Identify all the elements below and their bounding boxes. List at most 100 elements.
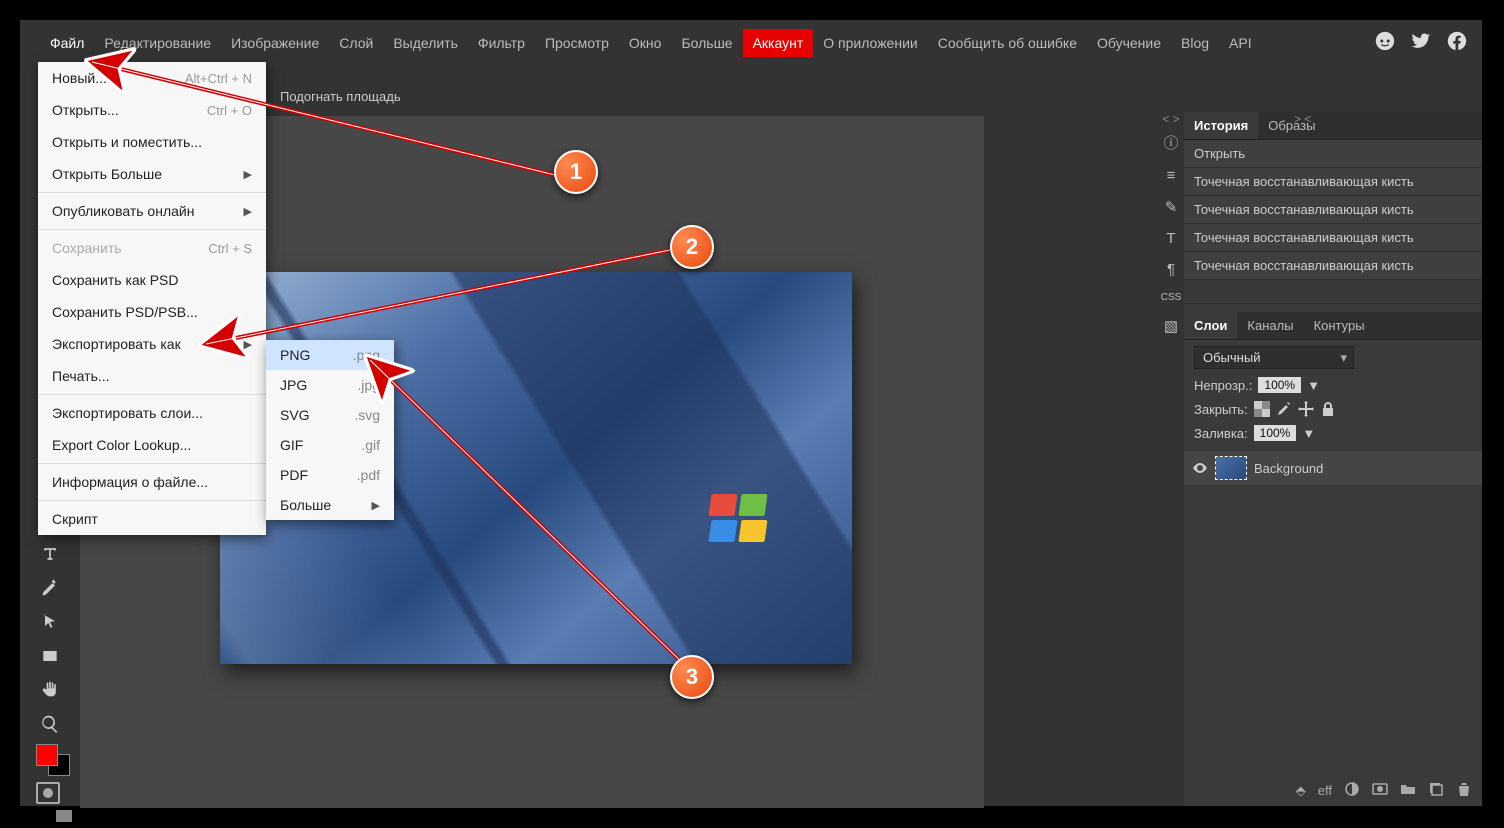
file-info[interactable]: Информация о файле...	[38, 466, 266, 498]
screen-mode-icon[interactable]	[56, 810, 72, 822]
layer-properties: Обычный Непрозр.: 100% ▼ Закрыть: Заливк…	[1184, 340, 1482, 447]
file-save-psb[interactable]: Сохранить PSD/PSB...	[38, 296, 266, 328]
tab-history[interactable]: История	[1184, 112, 1258, 139]
file-print[interactable]: Печать...	[38, 360, 266, 392]
export-svg[interactable]: SVG.svg	[266, 400, 394, 430]
history-item[interactable]: Открыть	[1184, 140, 1482, 168]
fill-value[interactable]: 100%	[1254, 425, 1297, 441]
menu-account[interactable]: Аккаунт	[743, 29, 814, 57]
lock-brush-icon[interactable]	[1276, 401, 1292, 417]
menu-api[interactable]: API	[1219, 29, 1262, 57]
color-swatch[interactable]	[36, 744, 70, 776]
panel-nav-right[interactable]: > <	[1294, 112, 1311, 126]
layer-thumbnail[interactable]	[1216, 457, 1246, 479]
tab-channels[interactable]: Каналы	[1237, 312, 1303, 339]
history-item[interactable]: Точечная восстанавливающая кисть	[1184, 196, 1482, 224]
blend-mode-select[interactable]: Обычный	[1194, 346, 1354, 369]
file-menu-dropdown: Новый...Alt+Ctrl + N Открыть...Ctrl + O …	[38, 62, 266, 535]
lock-pixels-icon[interactable]	[1254, 401, 1270, 417]
text-panel-icon[interactable]: T	[1166, 230, 1175, 247]
reddit-icon[interactable]	[1374, 30, 1396, 57]
link-layers-icon[interactable]: ⬘	[1296, 783, 1306, 799]
file-save-psd[interactable]: Сохранить как PSD	[38, 264, 266, 296]
panel-nav-left[interactable]: < >	[1158, 112, 1184, 126]
menu-layer[interactable]: Слой	[329, 29, 383, 57]
top-menubar: Файл Редактирование Изображение Слой Выд…	[20, 28, 1262, 58]
layer-name[interactable]: Background	[1254, 461, 1323, 476]
file-export-clut[interactable]: Export Color Lookup...	[38, 429, 266, 461]
menu-learn[interactable]: Обучение	[1087, 29, 1171, 57]
opacity-value[interactable]: 100%	[1258, 377, 1301, 393]
opacity-label: Непрозр.:	[1194, 378, 1252, 393]
new-layer-icon[interactable]	[1428, 781, 1444, 800]
menu-about[interactable]: О приложении	[813, 29, 927, 57]
export-more[interactable]: Больше▶	[266, 490, 394, 520]
zoom-tool[interactable]	[36, 710, 64, 738]
lock-all-icon[interactable]	[1320, 401, 1336, 417]
paragraph-icon[interactable]: ¶	[1167, 261, 1175, 278]
file-open[interactable]: Открыть...Ctrl + O	[38, 94, 266, 126]
tab-paths[interactable]: Контуры	[1304, 312, 1375, 339]
menu-report[interactable]: Сообщить об ошибке	[928, 29, 1087, 57]
history-item[interactable]: Точечная восстанавливающая кисть	[1184, 252, 1482, 280]
twitter-icon[interactable]	[1410, 30, 1432, 57]
type-tool[interactable]	[36, 540, 64, 568]
lock-move-icon[interactable]	[1298, 401, 1314, 417]
history-item[interactable]: Точечная восстанавливающая кисть	[1184, 224, 1482, 252]
brush-icon[interactable]: ✎	[1165, 198, 1178, 216]
adjustment-layer-icon[interactable]	[1344, 781, 1360, 800]
layers-footer: ⬘ eff	[1296, 781, 1472, 800]
layer-row[interactable]: Background	[1184, 451, 1482, 485]
facebook-icon[interactable]	[1446, 30, 1468, 57]
new-folder-icon[interactable]	[1400, 781, 1416, 800]
adjust-icon[interactable]: ≡	[1167, 167, 1176, 184]
menu-blog[interactable]: Blog	[1171, 29, 1219, 57]
file-new[interactable]: Новый...Alt+Ctrl + N	[38, 62, 266, 94]
file-export-as[interactable]: Экспортировать как▶	[38, 328, 266, 360]
hand-tool[interactable]	[36, 676, 64, 704]
info-icon[interactable]: ⓘ	[1163, 132, 1178, 153]
file-open-place[interactable]: Открыть и поместить...	[38, 126, 266, 158]
export-jpg[interactable]: JPG.jpg	[266, 370, 394, 400]
image-panel-icon[interactable]: ▧	[1164, 317, 1178, 335]
lock-label: Закрыть:	[1194, 402, 1248, 417]
opacity-slider-icon[interactable]: ▼	[1307, 378, 1320, 393]
menu-edit[interactable]: Редактирование	[94, 29, 221, 57]
layer-mask-icon[interactable]	[1372, 781, 1388, 800]
menu-more[interactable]: Больше	[671, 29, 742, 57]
right-panel: < > > < ⓘ ≡ ✎ T ¶ CSS ▧ История Образы О…	[1184, 112, 1482, 806]
menu-filter[interactable]: Фильтр	[468, 29, 535, 57]
menu-view[interactable]: Просмотр	[535, 29, 619, 57]
file-open-more[interactable]: Открыть Больше▶	[38, 158, 266, 190]
tab-patterns[interactable]: Образы	[1258, 112, 1325, 139]
menu-file[interactable]: Файл	[40, 29, 94, 57]
export-gif[interactable]: GIF.gif	[266, 430, 394, 460]
file-export-layers[interactable]: Экспортировать слои...	[38, 397, 266, 429]
fill-slider-icon[interactable]: ▼	[1302, 426, 1315, 441]
rectangle-tool[interactable]	[36, 642, 64, 670]
layers-list: Background	[1184, 451, 1482, 485]
export-submenu: PNG.png JPG.jpg SVG.svg GIF.gif PDF.pdf …	[266, 340, 394, 520]
file-save: СохранитьCtrl + S	[38, 232, 266, 264]
file-script[interactable]: Скрипт	[38, 503, 266, 535]
menu-image[interactable]: Изображение	[221, 29, 329, 57]
export-pdf[interactable]: PDF.pdf	[266, 460, 394, 490]
history-list: Открыть Точечная восстанавливающая кисть…	[1184, 140, 1482, 304]
history-item-empty	[1184, 280, 1482, 304]
fill-label: Заливка:	[1194, 426, 1248, 441]
menu-window[interactable]: Окно	[619, 29, 672, 57]
visibility-icon[interactable]	[1192, 460, 1208, 476]
file-publish[interactable]: Опубликовать онлайн▶	[38, 195, 266, 227]
pen-tool[interactable]	[36, 574, 64, 602]
delete-layer-icon[interactable]	[1456, 781, 1472, 800]
export-png[interactable]: PNG.png	[266, 340, 394, 370]
menu-select[interactable]: Выделить	[383, 29, 468, 57]
annotation-badge-1: 1	[554, 150, 598, 194]
path-select-tool[interactable]	[36, 608, 64, 636]
css-panel-icon[interactable]: CSS	[1161, 292, 1182, 303]
tab-layers[interactable]: Слои	[1184, 312, 1237, 339]
history-item[interactable]: Точечная восстанавливающая кисть	[1184, 168, 1482, 196]
quickmask-toggle[interactable]	[36, 782, 60, 804]
layer-effects-label[interactable]: eff	[1318, 783, 1332, 798]
annotation-badge-3: 3	[670, 655, 714, 699]
